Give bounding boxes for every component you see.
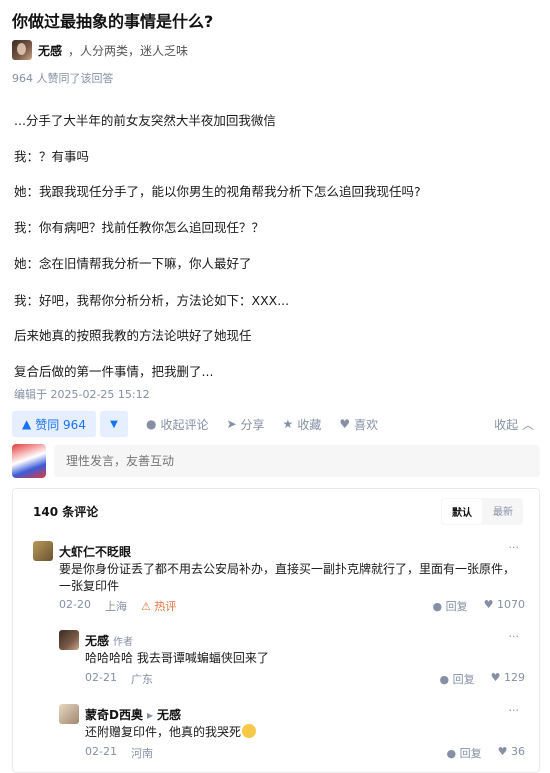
content-paragraph: 我：你有病吧？找前任教你怎么追回现任？？ (14, 220, 265, 235)
comment-date: 02-21 (85, 745, 117, 758)
vote-up-label: 赞同 964 (35, 417, 86, 432)
like-label: 喜欢 (354, 417, 379, 432)
author-row: 无感 ，人分两类，迷人乏味 (12, 40, 188, 60)
comments-count: 140 条评论 (33, 505, 99, 519)
author-avatar[interactable] (12, 40, 32, 60)
comment-meta: 02-20 上海 ⚠ 热评 (59, 598, 176, 614)
content-paragraph: 她：念在旧情帮我分析一下嘛，你人最好了 (14, 256, 252, 271)
comment-date: 02-20 (59, 598, 91, 611)
reply-label: 回复 (459, 747, 482, 760)
collapse-comments-label: 收起评论 (160, 417, 209, 432)
like-count: 36 (511, 745, 525, 758)
comment-text: 一张复印件 (59, 579, 120, 593)
like-comment-button[interactable]: ♥ 129 (491, 671, 525, 687)
comment-text: 哈哈哈哈 我去哥谭喊蝙蝠侠回来了 (85, 651, 269, 665)
triangle-up-icon: ▲ (22, 417, 32, 431)
hot-badge: ⚠ 热评 (140, 600, 177, 613)
favorite-label: 收藏 (297, 417, 322, 432)
crying-emoji-icon (242, 724, 257, 738)
commenter-name[interactable]: 蒙奇D西奥 ▸ 无感 (85, 706, 181, 723)
comment-actions: ● 回复 ♥ 36 (447, 745, 525, 761)
more-options-icon[interactable]: ··· (509, 630, 520, 643)
content-paragraph: 我：？有事吗 (14, 149, 90, 164)
reply-button[interactable]: ● 回复 (440, 671, 475, 687)
comment-location: 广东 (130, 673, 153, 686)
more-options-icon[interactable]: ··· (509, 704, 520, 717)
more-options-icon[interactable]: ··· (509, 541, 520, 554)
like-count: 1070 (497, 598, 525, 611)
action-bar: ▲ 赞同 964 ▼ ● 收起评论 ➤ 分享 ★ 收藏 ♥ 喜欢 收起 ︿ (12, 410, 540, 438)
hot-badge-label: 热评 (154, 600, 177, 613)
sort-latest-tab[interactable]: 最新 (483, 498, 523, 525)
reply-button[interactable]: ● 回复 (433, 598, 468, 614)
star-icon: ★ (282, 417, 294, 431)
comment-meta: 02-21 河南 (85, 745, 153, 761)
triangle-down-icon: ▼ (110, 418, 118, 430)
reply-to-name[interactable]: 无感 (157, 708, 181, 722)
sort-default-tab[interactable]: 默认 (442, 499, 482, 524)
comment-text: 要是你身份证丢了都不用去公安局补办，直接买一副扑克牌就行了，里面有一张原件， (59, 562, 516, 576)
comment-date: 02-21 (85, 671, 117, 684)
comment-text: 还附赠复印件，他真的我哭死 (85, 724, 257, 741)
collapse-button[interactable]: 收起 ︿ (494, 416, 534, 433)
author-tag: 作者 (113, 637, 134, 648)
like-comment-button[interactable]: ♥ 36 (498, 745, 525, 761)
comment-text-body: 还附赠复印件，他真的我哭死 (85, 725, 242, 739)
edited-time[interactable]: 编辑于 2025-02-25 15:12 (14, 386, 150, 402)
share-label: 分享 (240, 417, 265, 432)
content-paragraph: 她：我跟我现任分手了，能以你男生的视角帮我分析下怎么追回我现任吗? (14, 184, 421, 199)
comment-input-row (12, 444, 540, 478)
reply-label: 回复 (452, 673, 475, 686)
comment-location: 河南 (130, 747, 153, 760)
sort-toggle: 默认 最新 (441, 498, 523, 525)
content-paragraph: 我：好吧，我帮你分析分析，方法论如下：XXX... (14, 293, 290, 308)
question-title[interactable]: 你做过最抽象的事情是什么? (12, 8, 213, 32)
heart-icon: ♥ (339, 417, 351, 431)
commenter-name[interactable]: 无感 作者 (85, 632, 133, 649)
commenter-avatar[interactable] (33, 541, 53, 561)
favorite-button[interactable]: ★ 收藏 (283, 416, 322, 433)
vote-up-button[interactable]: ▲ 赞同 964 (12, 411, 96, 437)
voters-count[interactable]: 964 人赞同了该回答 (12, 70, 114, 86)
reply-button[interactable]: ● 回复 (447, 745, 482, 761)
content-paragraph: 复合后做的第一件事情，把我删了... (14, 364, 214, 379)
commenter-name-text: 无感 (85, 634, 110, 648)
send-icon: ➤ (226, 417, 237, 431)
comment-location: 上海 (104, 600, 127, 613)
share-button[interactable]: ➤ 分享 (226, 416, 264, 433)
commenter-avatar[interactable] (59, 630, 79, 650)
reply-arrow-icon: ▸ (146, 708, 153, 722)
collapse-label: 收起 (494, 418, 519, 432)
comments-section: 140 条评论 默认 最新 大虾仁不眨眼 ··· 要是你身份证丢了都不用去公安局… (12, 488, 540, 773)
author-name[interactable]: 无感 (38, 42, 62, 59)
collapse-comments-button[interactable]: ● 收起评论 (146, 416, 209, 433)
like-comment-button[interactable]: ♥ 1070 (484, 598, 525, 614)
content-paragraph: ...分手了大半年的前女友突然大半夜加回我微信 (14, 113, 276, 128)
commenter-name-text: 蒙奇D西奥 (85, 708, 143, 722)
comment-input[interactable] (54, 445, 540, 477)
comment-actions: ● 回复 ♥ 129 (440, 671, 525, 687)
chevron-up-icon: ︿ (521, 418, 534, 432)
content-paragraph: 后来她真的按照我教的方法论哄好了她现任 (14, 328, 252, 343)
comment-meta: 02-21 广东 (85, 671, 153, 687)
like-count: 129 (504, 671, 525, 684)
like-button[interactable]: ♥ 喜欢 (339, 416, 378, 433)
author-bio: ，人分两类，迷人乏味 (68, 43, 189, 58)
comment-icon: ● (145, 417, 157, 431)
commenter-name[interactable]: 大虾仁不眨眼 (59, 543, 131, 560)
current-user-avatar (12, 444, 46, 478)
reply-label: 回复 (445, 600, 468, 613)
author-bio-text: 人分两类，迷人乏味 (80, 43, 189, 58)
comment-actions: ● 回复 ♥ 1070 (433, 598, 525, 614)
vote-down-button[interactable]: ▼ (99, 411, 128, 437)
commenter-avatar[interactable] (59, 704, 79, 724)
